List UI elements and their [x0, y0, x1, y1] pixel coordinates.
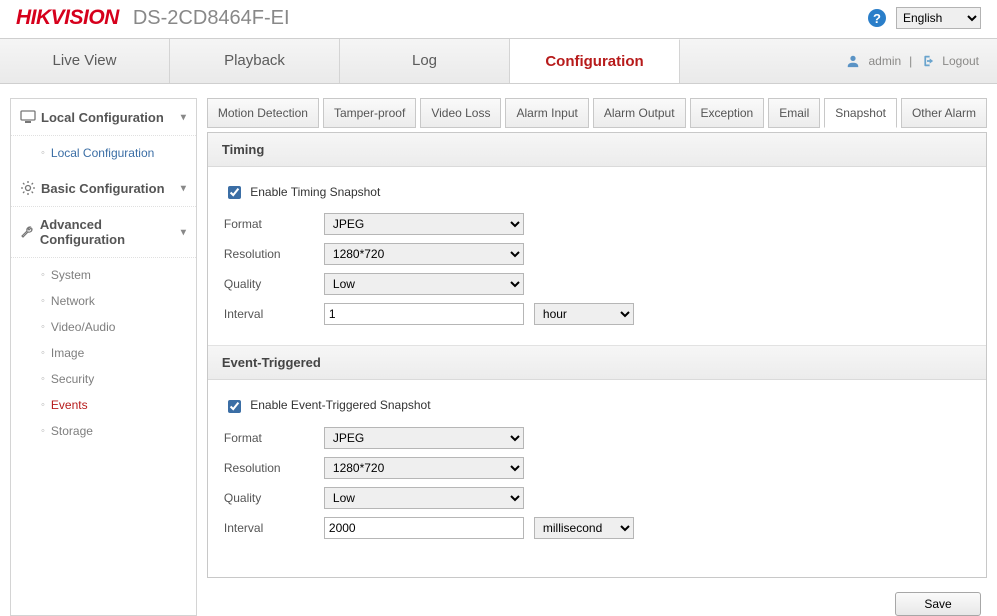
nav-live-view[interactable]: Live View	[0, 39, 170, 83]
chevron-down-icon: ▾	[181, 183, 186, 194]
bullet-icon: ◦	[41, 426, 45, 437]
nav-playback[interactable]: Playback	[170, 39, 340, 83]
sidebar-item-label: Network	[51, 294, 95, 308]
user-icon	[846, 54, 860, 69]
user-name: admin	[868, 54, 901, 68]
sidebar-section-local-label: Local Configuration	[41, 110, 164, 125]
subtabs: Motion Detection Tamper-proof Video Loss…	[207, 98, 987, 128]
subtab-video-loss[interactable]: Video Loss	[420, 98, 501, 128]
sidebar-section-basic[interactable]: Basic Configuration ▾	[11, 170, 196, 207]
subtab-other-alarm[interactable]: Other Alarm	[901, 98, 987, 128]
wrench-icon	[19, 224, 36, 240]
bullet-icon: ◦	[41, 296, 45, 307]
sidebar-item-video-audio[interactable]: ◦ Video/Audio	[41, 314, 196, 340]
section-header-timing: Timing	[208, 133, 986, 167]
bullet-icon: ◦	[41, 148, 45, 159]
sidebar: Local Configuration ▾ ◦ Local Configurati…	[10, 98, 197, 616]
sidebar-item-label: Security	[51, 372, 94, 386]
timing-quality-select[interactable]: Low	[324, 273, 524, 295]
event-interval-label: Interval	[224, 521, 324, 535]
sidebar-item-label: Events	[51, 398, 88, 412]
subtab-email[interactable]: Email	[768, 98, 820, 128]
event-resolution-label: Resolution	[224, 461, 324, 475]
sidebar-item-label: Video/Audio	[51, 320, 116, 334]
bullet-icon: ◦	[41, 374, 45, 385]
logout-icon	[920, 54, 934, 69]
event-interval-unit-select[interactable]: millisecond	[534, 517, 634, 539]
sidebar-item-storage[interactable]: ◦ Storage	[41, 418, 196, 444]
bullet-icon: ◦	[41, 270, 45, 281]
help-icon[interactable]: ?	[868, 9, 886, 27]
subtab-alarm-input[interactable]: Alarm Input	[505, 98, 588, 128]
event-enable-checkbox[interactable]	[228, 400, 241, 413]
model-name: DS-2CD8464F-EI	[133, 7, 290, 30]
subtab-motion-detection[interactable]: Motion Detection	[207, 98, 319, 128]
timing-format-label: Format	[224, 217, 324, 231]
nav-separator: |	[909, 54, 912, 68]
timing-enable-label: Enable Timing Snapshot	[250, 185, 380, 199]
sidebar-item-system[interactable]: ◦ System	[41, 262, 196, 288]
subtab-exception[interactable]: Exception	[690, 98, 765, 128]
timing-enable-checkbox[interactable]	[228, 186, 241, 199]
sidebar-item-security[interactable]: ◦ Security	[41, 366, 196, 392]
sidebar-section-advanced-label: Advanced Configuration	[40, 217, 181, 247]
nav-configuration[interactable]: Configuration	[510, 39, 680, 83]
sidebar-item-label: Image	[51, 346, 84, 360]
bullet-icon: ◦	[41, 322, 45, 333]
chevron-down-icon: ▾	[181, 112, 186, 123]
sidebar-item-label: Storage	[51, 424, 93, 438]
timing-interval-label: Interval	[224, 307, 324, 321]
language-select[interactable]: English	[896, 7, 981, 29]
sidebar-item-network[interactable]: ◦ Network	[41, 288, 196, 314]
event-interval-input[interactable]	[324, 517, 524, 539]
event-format-select[interactable]: JPEG	[324, 427, 524, 449]
sidebar-item-image[interactable]: ◦ Image	[41, 340, 196, 366]
section-header-event: Event-Triggered	[208, 345, 986, 380]
sidebar-item-label: System	[51, 268, 91, 282]
chevron-down-icon: ▾	[181, 227, 186, 238]
gear-icon	[19, 180, 37, 196]
sidebar-section-basic-label: Basic Configuration	[41, 181, 165, 196]
subtab-tamper-proof[interactable]: Tamper-proof	[323, 98, 416, 128]
event-resolution-select[interactable]: 1280*720	[324, 457, 524, 479]
save-button[interactable]: Save	[895, 592, 981, 616]
monitor-icon	[19, 109, 37, 125]
logout-link[interactable]: Logout	[942, 54, 979, 68]
sidebar-item-label: Local Configuration	[51, 146, 154, 160]
sidebar-section-advanced[interactable]: Advanced Configuration ▾	[11, 207, 196, 258]
sidebar-item-events[interactable]: ◦ Events	[41, 392, 196, 418]
event-quality-select[interactable]: Low	[324, 487, 524, 509]
timing-quality-label: Quality	[224, 277, 324, 291]
nav-log[interactable]: Log	[340, 39, 510, 83]
timing-format-select[interactable]: JPEG	[324, 213, 524, 235]
event-enable-label: Enable Event-Triggered Snapshot	[250, 398, 430, 412]
timing-interval-unit-select[interactable]: hour	[534, 303, 634, 325]
subtab-snapshot[interactable]: Snapshot	[824, 98, 897, 128]
timing-resolution-select[interactable]: 1280*720	[324, 243, 524, 265]
bullet-icon: ◦	[41, 400, 45, 411]
sidebar-item-local-configuration[interactable]: ◦ Local Configuration	[41, 140, 196, 166]
subtab-alarm-output[interactable]: Alarm Output	[593, 98, 686, 128]
event-format-label: Format	[224, 431, 324, 445]
timing-interval-input[interactable]	[324, 303, 524, 325]
logo: HIKVISION	[16, 6, 119, 30]
timing-resolution-label: Resolution	[224, 247, 324, 261]
bullet-icon: ◦	[41, 348, 45, 359]
settings-panel: Timing Enable Timing Snapshot Format JPE…	[207, 132, 987, 578]
sidebar-section-local[interactable]: Local Configuration ▾	[11, 99, 196, 136]
event-quality-label: Quality	[224, 491, 324, 505]
